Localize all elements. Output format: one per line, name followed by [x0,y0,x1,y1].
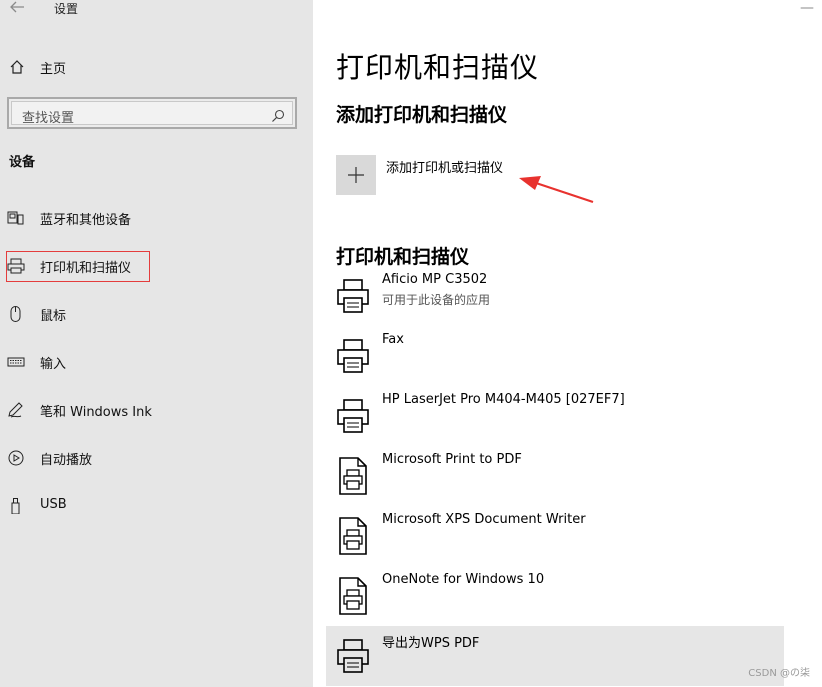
printer-list-item[interactable]: HP LaserJet Pro M404-M405 [027EF7] [326,386,784,446]
search-box[interactable]: 查找设置 [7,97,297,129]
sidebar-item-usb[interactable]: USB [0,490,313,522]
sidebar-item-label: 鼠标 [40,309,67,324]
printer-icon [337,399,369,433]
back-arrow-icon [10,1,24,13]
sidebar-item-label: 笔和 Windows Ink [40,405,152,420]
sidebar-item-label: 主页 [40,62,67,77]
bluetooth-devices-icon [7,211,24,225]
printer-icon [337,339,369,373]
add-section-title: 添加打印机和扫描仪 [336,104,508,126]
sidebar-item-label: 蓝牙和其他设备 [40,213,132,228]
section-title: 设备 [9,155,36,170]
app-title: 设置 [54,2,79,16]
watermark: CSDN @の柒 [748,668,810,679]
document-printer-icon [339,517,367,555]
home-icon [10,60,24,74]
sidebar-item-label: 自动播放 [40,453,93,468]
printer-name: Aficio MP C3502 [382,272,488,287]
search-input-inner[interactable]: 查找设置 [11,101,293,126]
search-icon[interactable] [271,109,285,123]
printer-list-item[interactable]: OneNote for Windows 10 [326,566,784,626]
printer-list-item[interactable]: Aficio MP C3502 可用于此设备的应用 [326,266,784,326]
annotation-arrow-icon [519,176,594,204]
printer-name: OneNote for Windows 10 [382,572,545,587]
printer-status: 可用于此设备的应用 [382,293,491,307]
printer-list-item[interactable]: 导出为WPS PDF [326,626,784,686]
mouse-icon [10,306,21,322]
document-printer-icon [339,457,367,495]
sidebar-item-label: 输入 [40,357,67,372]
plus-icon [348,167,364,183]
pen-icon [8,402,23,418]
document-printer-icon [339,577,367,615]
sidebar-item-label: USB [40,497,67,512]
printer-list-item[interactable]: Microsoft Print to PDF [326,446,784,506]
sidebar-item-pen[interactable]: 笔和 Windows Ink [0,394,313,426]
printer-name: HP LaserJet Pro M404-M405 [027EF7] [382,392,625,407]
printer-icon [7,258,25,274]
minimize-button[interactable]: — [800,0,814,16]
sidebar-item-printers[interactable]: 打印机和扫描仪 [0,250,313,282]
add-printer-button[interactable] [336,155,376,195]
sidebar-item-autoplay[interactable]: 自动播放 [0,442,313,474]
sidebar-item-label: 打印机和扫描仪 [40,261,132,276]
sidebar: 设置 主页 查找设置 设备 蓝牙和其他设备 打印机和扫描仪 鼠标 输入 笔和 W… [0,0,313,687]
search-input[interactable]: 查找设置 [22,107,74,126]
page-title: 打印机和扫描仪 [336,51,540,84]
main-content: — 打印机和扫描仪 添加打印机和扫描仪 添加打印机或扫描仪 打印机和扫描仪 Af… [313,0,822,687]
printer-list-title: 打印机和扫描仪 [336,246,470,268]
sidebar-item-bluetooth[interactable]: 蓝牙和其他设备 [0,202,313,234]
printer-list-item[interactable]: Microsoft XPS Document Writer [326,506,784,566]
printer-icon [337,639,369,673]
keyboard-icon [7,357,25,367]
printer-name: 导出为WPS PDF [382,636,480,651]
printer-list-item[interactable]: Fax [326,326,784,386]
sidebar-item-typing[interactable]: 输入 [0,346,313,378]
autoplay-icon [8,450,24,466]
sidebar-item-home[interactable]: 主页 [0,52,313,82]
sidebar-item-mouse[interactable]: 鼠标 [0,298,313,330]
printer-name: Microsoft Print to PDF [382,452,522,467]
add-printer-label[interactable]: 添加打印机或扫描仪 [386,157,503,176]
printer-name: Fax [382,332,404,347]
back-button[interactable] [6,0,28,20]
printer-name: Microsoft XPS Document Writer [382,512,586,527]
title-bar: 设置 [0,0,313,24]
usb-icon [11,498,20,514]
printer-icon [337,279,369,313]
